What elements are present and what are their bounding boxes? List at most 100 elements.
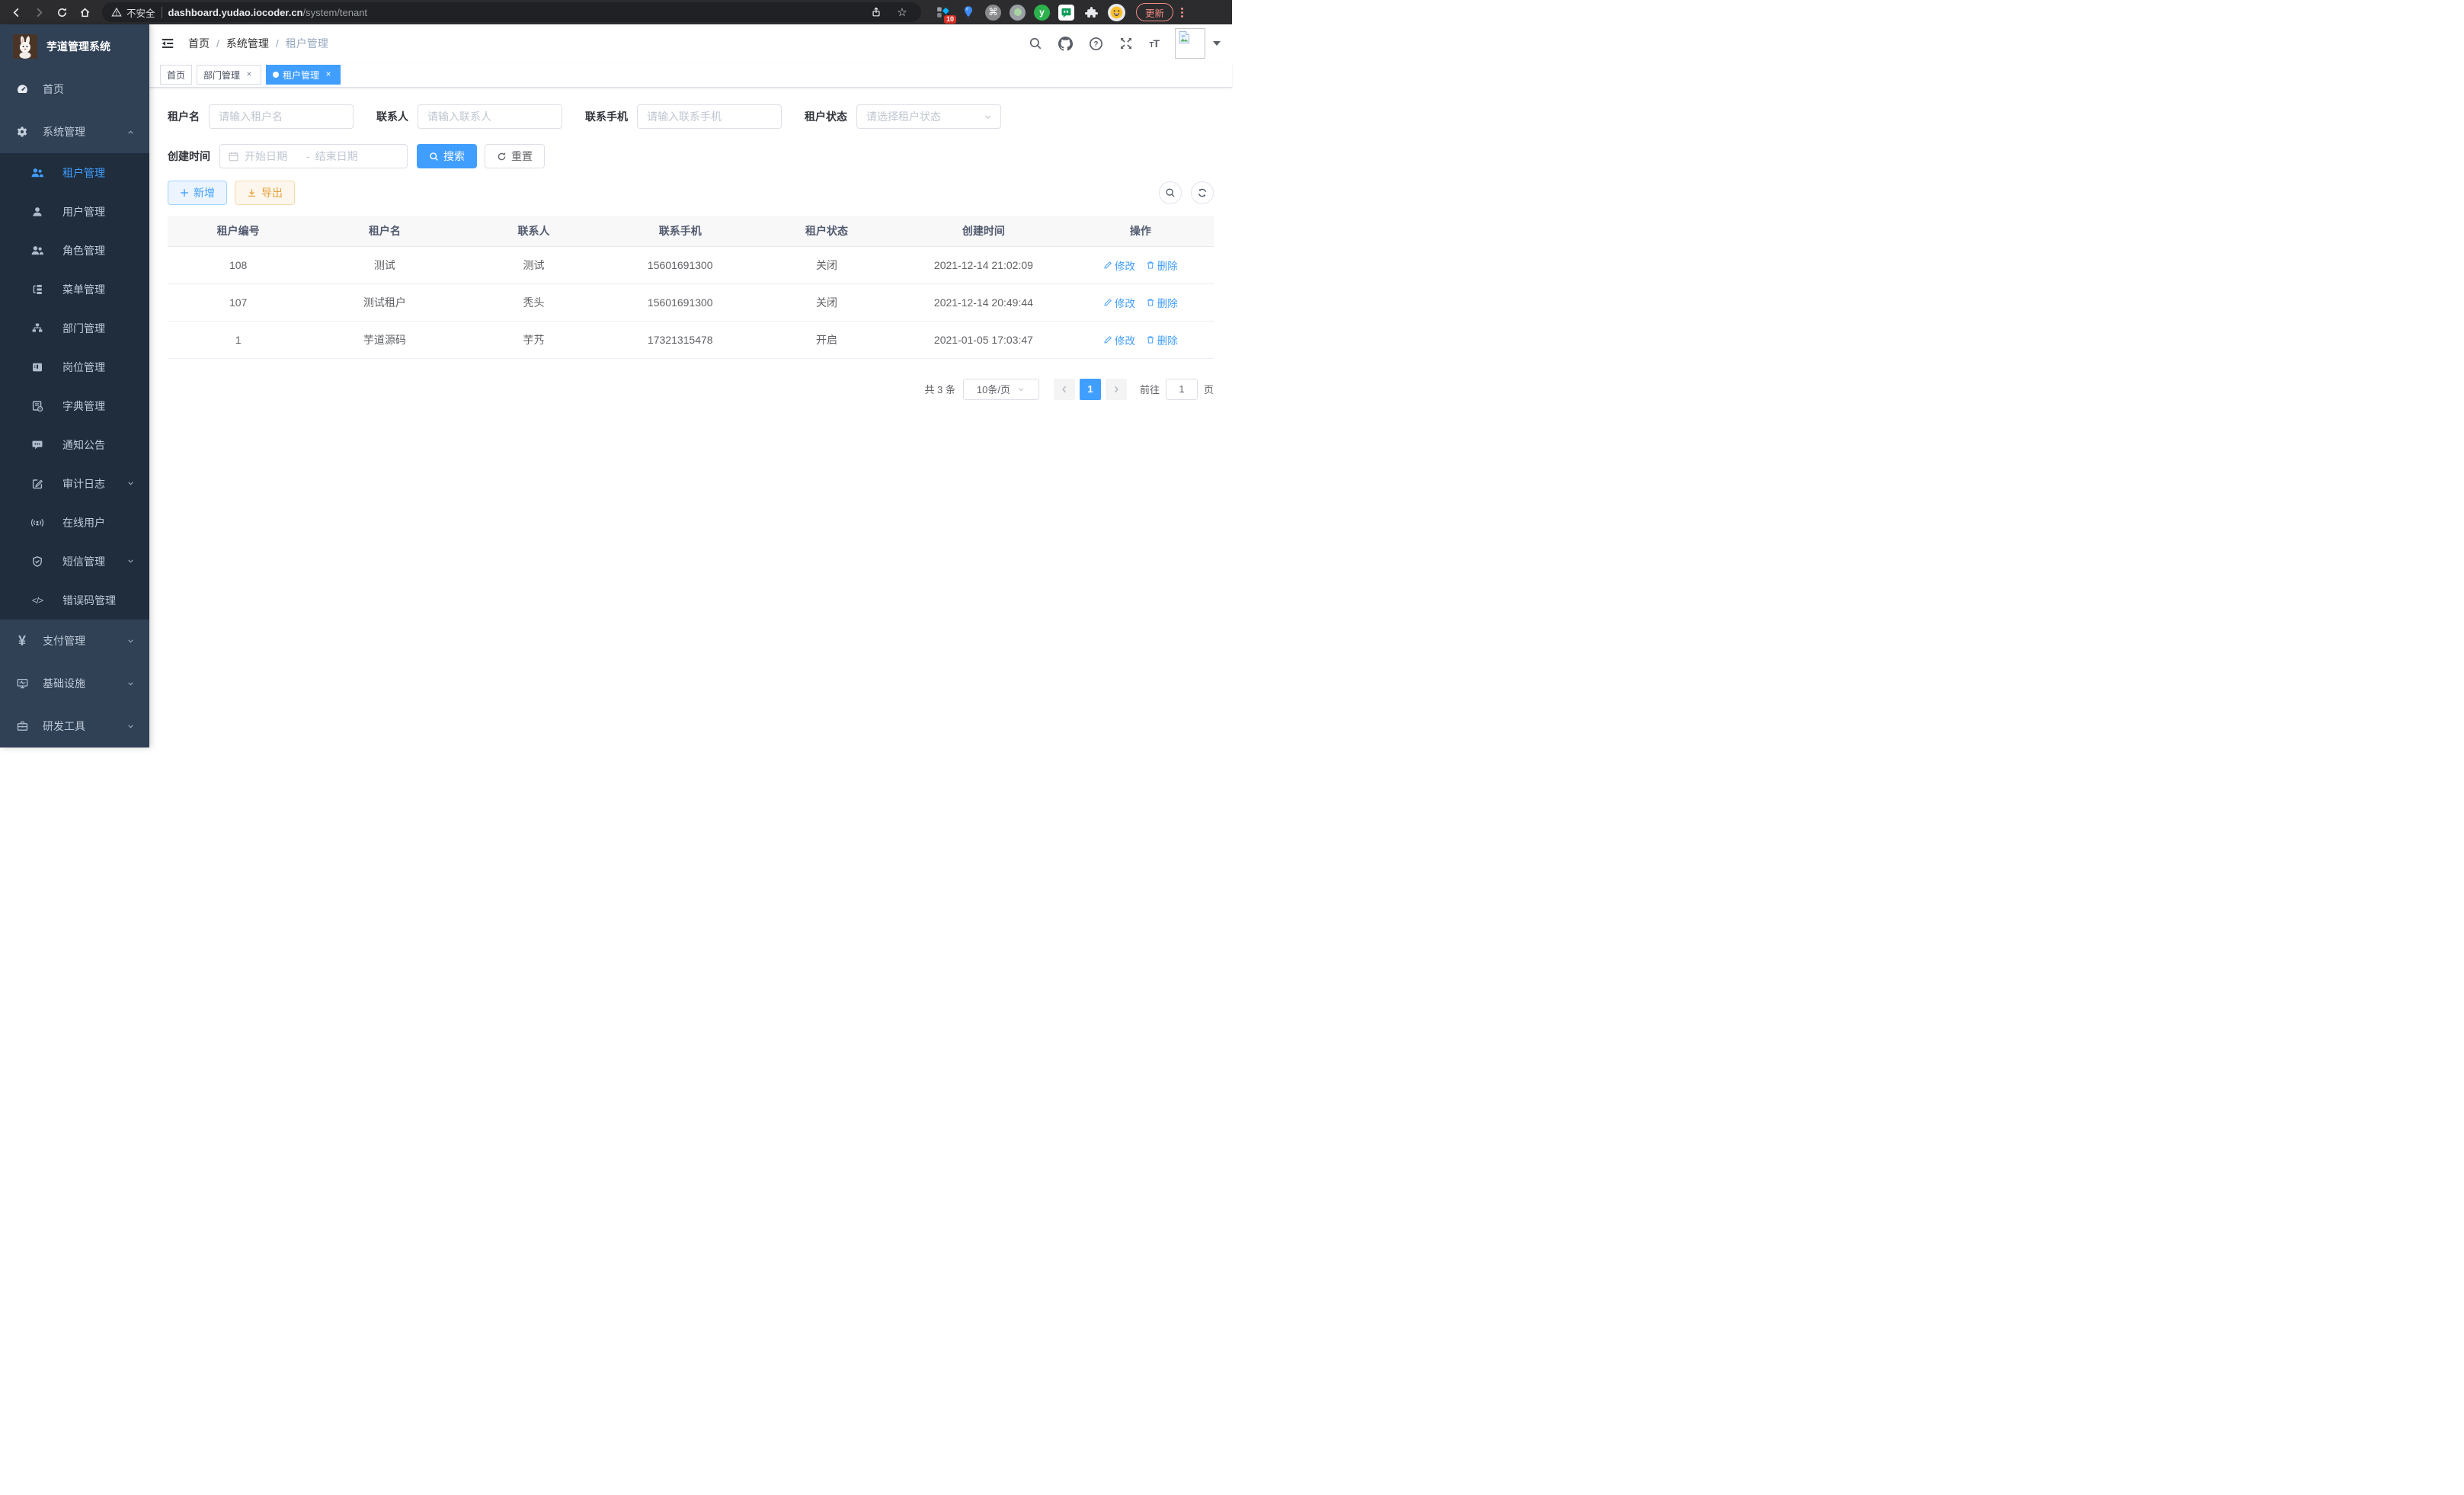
delete-link[interactable]: 删除 [1146,295,1178,310]
page-number-1[interactable]: 1 [1080,379,1101,400]
sidebar-item-infra[interactable]: 基础设施 [0,662,149,705]
insecure-label: 不安全 [126,5,155,20]
total-count: 共 3 条 [925,382,955,396]
status-value: 开启 [754,321,900,358]
breadcrumb-home[interactable]: 首页 [188,36,210,51]
font-size-button[interactable]: TT [1149,37,1159,50]
extension-tabs-icon[interactable]: 10 [935,4,952,21]
chevron-left-icon [1060,385,1069,394]
warning-icon [111,7,122,18]
sidebar-item-dept[interactable]: 部门管理 [0,309,149,347]
chevron-down-icon [126,679,136,689]
collapse-sidebar-button[interactable] [161,37,174,50]
org-tree-icon [31,322,43,335]
gear-icon [16,126,28,138]
refresh-table-button[interactable] [1191,181,1214,204]
browser-menu-button[interactable] [1181,8,1183,18]
fullscreen-button[interactable] [1119,37,1133,50]
start-date-input[interactable] [245,150,301,162]
url-host: dashboard.yudao.iocoder.cn [168,7,303,18]
browser-profile-avatar[interactable] [1108,4,1125,21]
sidebar: 芋道管理系统 首页 系统管理 租户管理 用户管理 [0,24,149,748]
col-actions: 操作 [1067,216,1214,246]
site-security[interactable]: 不安全 [111,5,155,20]
search-button[interactable]: 搜索 [417,144,477,168]
extension-balloon-icon[interactable] [960,4,977,21]
sidebar-item-system[interactable]: 系统管理 [0,110,149,153]
add-button[interactable]: 新增 [168,181,227,205]
chevron-down-icon [126,636,136,646]
browser-back-button[interactable] [6,2,26,22]
extension-recorder-icon[interactable] [1010,5,1026,21]
update-label: 更新 [1145,5,1164,20]
user-menu[interactable] [1175,28,1221,59]
sidebar-item-dict[interactable]: 字典管理 [0,386,149,425]
phone-input[interactable] [637,104,782,129]
sidebar-item-post[interactable]: 岗位管理 [0,347,149,386]
sidebar-item-tenant[interactable]: 租户管理 [0,153,149,192]
contact-input[interactable] [418,104,562,129]
sidebar-item-sms[interactable]: 短信管理 [0,542,149,581]
close-tab-icon[interactable]: × [244,69,254,80]
delete-link[interactable]: 删除 [1146,332,1178,347]
delete-link[interactable]: 删除 [1146,258,1178,273]
browser-reload-button[interactable] [52,2,72,22]
sidebar-item-user[interactable]: 用户管理 [0,192,149,231]
roles-icon [30,245,44,257]
sidebar-item-online-users[interactable]: 在线用户 [0,503,149,542]
share-button[interactable] [866,2,886,22]
sidebar-item-error-code[interactable]: </> 错误码管理 [0,581,149,619]
end-date-input[interactable] [315,150,372,162]
export-button[interactable]: 导出 [235,181,295,205]
help-button[interactable]: ? [1089,37,1103,51]
sidebar-item-role[interactable]: 角色管理 [0,231,149,270]
date-range-picker[interactable]: - [219,144,408,168]
extensions-menu-button[interactable] [1083,4,1099,21]
close-tab-icon[interactable]: × [323,69,334,80]
tab-home[interactable]: 首页 [160,65,192,85]
github-link[interactable] [1058,37,1073,51]
edit-link[interactable]: 修改 [1103,258,1135,273]
extensions-area: 10 ⌘ y [935,4,1125,21]
header-search-button[interactable] [1029,37,1042,50]
sidebar-item-audit-log[interactable]: 审计日志 [0,464,149,503]
refresh-icon [497,152,507,162]
yen-icon: ¥ [15,634,29,648]
tenant-name-input[interactable] [209,104,354,129]
extension-yudao-icon[interactable]: y [1034,5,1050,21]
prev-page-button[interactable] [1054,379,1075,400]
sidebar-item-payment[interactable]: ¥ 支付管理 [0,619,149,662]
sidebar-item-notice[interactable]: 通知公告 [0,425,149,464]
page-size-select[interactable]: 10条/页 [963,379,1039,400]
search-icon [1165,187,1176,198]
next-page-button[interactable] [1106,379,1127,400]
logo-link[interactable]: 芋道管理系统 [0,24,149,68]
sidebar-item-home[interactable]: 首页 [0,68,149,110]
sidebar-item-devtools[interactable]: 研发工具 [0,705,149,748]
browser-home-button[interactable] [75,2,94,22]
status-select[interactable]: 请选择租户状态 [856,104,1001,129]
app-logo [13,34,37,59]
goto-page-input[interactable] [1166,379,1198,400]
trash-icon [1146,261,1155,270]
bookmark-button[interactable]: ☆ [892,2,912,22]
browser-forward-button[interactable] [29,2,49,22]
tab-dept[interactable]: 部门管理 × [197,65,261,85]
browser-update-button[interactable]: 更新 [1136,3,1173,21]
extension-chat-icon[interactable] [1058,5,1074,21]
dashboard-icon [16,83,29,96]
forward-icon [34,7,45,18]
status-value: 关闭 [754,283,900,321]
trash-icon [1146,335,1155,344]
address-bar[interactable]: 不安全 dashboard.yudao.iocoder.cn/system/te… [102,2,921,22]
edit-link[interactable]: 修改 [1103,332,1135,347]
sidebar-item-menu[interactable]: 菜单管理 [0,270,149,309]
reset-button[interactable]: 重置 [485,144,545,168]
user-avatar [1175,28,1205,59]
extension-command-icon[interactable]: ⌘ [985,5,1001,21]
url-text: dashboard.yudao.iocoder.cn/system/tenant [168,7,368,18]
breadcrumb-system[interactable]: 系统管理 [226,36,269,51]
toggle-search-button[interactable] [1159,181,1182,204]
edit-link[interactable]: 修改 [1103,295,1135,310]
tab-tenant[interactable]: 租户管理 × [266,65,341,85]
